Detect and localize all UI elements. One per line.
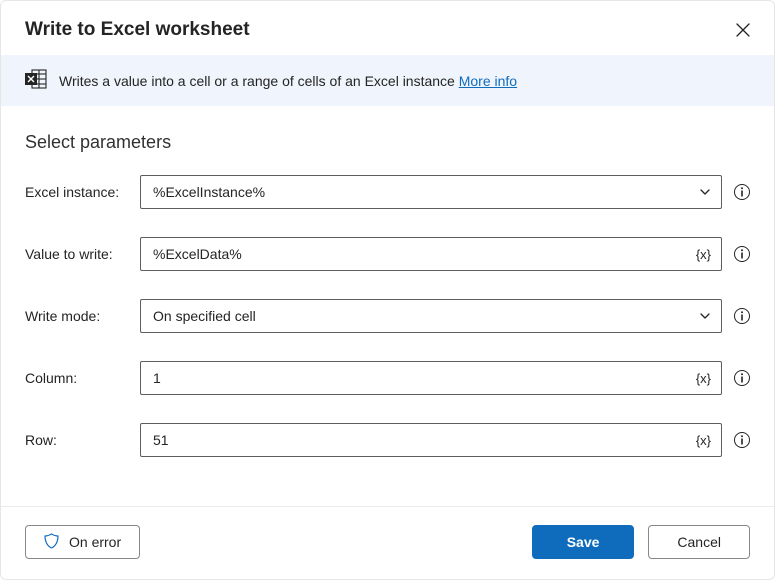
excel-icon: [25, 69, 47, 92]
row-value-to-write: Value to write: %ExcelData% {x}: [25, 237, 750, 271]
excel-instance-select[interactable]: %ExcelInstance%: [140, 175, 722, 209]
more-info-link[interactable]: More info: [459, 73, 517, 89]
x-icon: [736, 23, 750, 37]
write-mode-select[interactable]: On specified cell: [140, 299, 722, 333]
info-icon[interactable]: [734, 184, 750, 200]
section-title: Select parameters: [25, 132, 750, 153]
row-column: Column: 1 {x}: [25, 361, 750, 395]
variable-picker-icon[interactable]: {x}: [696, 371, 711, 386]
row-input[interactable]: 51 {x}: [140, 423, 722, 457]
save-button[interactable]: Save: [532, 525, 635, 559]
label-row: Row:: [25, 432, 140, 448]
on-error-button[interactable]: On error: [25, 525, 140, 559]
info-icon[interactable]: [734, 370, 750, 386]
label-column: Column:: [25, 370, 140, 386]
column-value: 1: [153, 370, 161, 386]
chevron-down-icon: [699, 310, 711, 322]
value-to-write-value: %ExcelData%: [153, 246, 242, 262]
info-icon[interactable]: [734, 246, 750, 262]
variable-picker-icon[interactable]: {x}: [696, 247, 711, 262]
value-to-write-input[interactable]: %ExcelData% {x}: [140, 237, 722, 271]
on-error-label: On error: [69, 534, 121, 550]
close-icon[interactable]: [736, 23, 750, 37]
row-write-mode: Write mode: On specified cell: [25, 299, 750, 333]
dialog-footer: On error Save Cancel: [1, 506, 774, 579]
info-icon[interactable]: [734, 432, 750, 448]
info-text: Writes a value into a cell or a range of…: [59, 73, 517, 89]
column-input[interactable]: 1 {x}: [140, 361, 722, 395]
excel-instance-value: %ExcelInstance%: [153, 184, 265, 200]
info-icon[interactable]: [734, 308, 750, 324]
info-text-body: Writes a value into a cell or a range of…: [59, 73, 459, 89]
save-label: Save: [567, 534, 600, 550]
shield-icon: [44, 533, 59, 552]
info-bar: Writes a value into a cell or a range of…: [1, 55, 774, 106]
row-excel-instance: Excel instance: %ExcelInstance%: [25, 175, 750, 209]
form-body: Select parameters Excel instance: %Excel…: [1, 106, 774, 506]
row-row: Row: 51 {x}: [25, 423, 750, 457]
row-value: 51: [153, 432, 169, 448]
variable-picker-icon[interactable]: {x}: [696, 433, 711, 448]
write-mode-value: On specified cell: [153, 308, 256, 324]
chevron-down-icon: [699, 186, 711, 198]
label-value-to-write: Value to write:: [25, 246, 140, 262]
label-excel-instance: Excel instance:: [25, 184, 140, 200]
dialog-header: Write to Excel worksheet: [1, 1, 774, 55]
label-write-mode: Write mode:: [25, 308, 140, 324]
cancel-label: Cancel: [677, 534, 721, 550]
cancel-button[interactable]: Cancel: [648, 525, 750, 559]
dialog-title: Write to Excel worksheet: [25, 19, 250, 41]
